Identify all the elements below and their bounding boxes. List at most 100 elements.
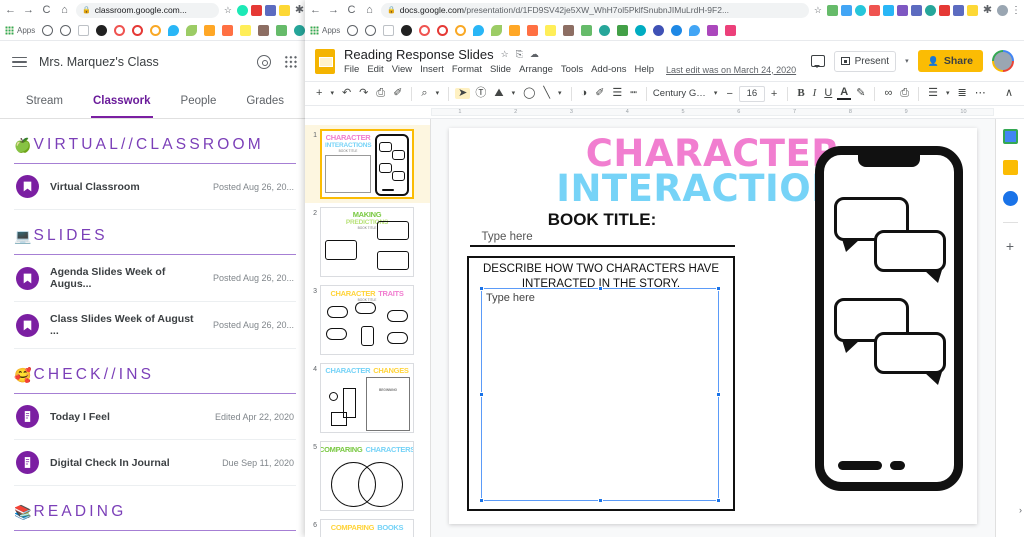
thumbnail-row[interactable]: 5 COMPARING CHARACTERS [305, 437, 430, 515]
thumbnail-row[interactable]: 3 CHARACTER TRAITS BOOK TITLE [305, 281, 430, 359]
present-button[interactable]: Present [833, 50, 897, 72]
zoom-button[interactable]: ⌕ [418, 88, 430, 99]
slide-thumbnail-4[interactable]: CHARACTER CHANGES BEGINNING [320, 363, 414, 433]
hamburger-menu-icon[interactable] [12, 54, 27, 71]
resize-handle-se[interactable] [716, 498, 721, 504]
topic-header[interactable]: 🥰 CHECK//INS [14, 349, 296, 394]
text-box-button[interactable]: Ⓣ [472, 88, 489, 99]
answer-text-box[interactable]: Type here [479, 286, 721, 504]
slide-canvas-area[interactable]: CHARACTER INTERACTIONS BOOK TITLE: Type … [431, 119, 995, 537]
resize-handle-w[interactable] [479, 392, 484, 398]
topic-header[interactable]: 📚 READING [14, 486, 296, 531]
phone-illustration[interactable] [815, 146, 963, 491]
line-spacing-icon[interactable]: ≣ [955, 88, 970, 99]
menu-arrange[interactable]: Arrange [519, 64, 553, 75]
align-dropdown-icon[interactable]: ▾ [943, 90, 953, 97]
bookmark-icon[interactable] [258, 24, 270, 36]
thumbnail-row[interactable]: 4 CHARACTER CHANGES BEGINNING [305, 359, 430, 437]
new-slide-button[interactable]: + [313, 88, 325, 99]
shape-button[interactable]: ◯ [520, 88, 538, 99]
border-color-button[interactable]: ✐ [592, 88, 607, 99]
extension-icon[interactable] [883, 4, 894, 16]
back-arrow-icon[interactable]: ← [4, 4, 17, 16]
chrome-menu-icon[interactable]: ⋮ [1011, 5, 1021, 16]
list-item[interactable]: Class Slides Week of August ... Posted A… [14, 302, 296, 349]
extension-icon[interactable] [237, 4, 248, 16]
bookmark-icon[interactable] [563, 24, 575, 36]
resize-handle-sw[interactable] [479, 498, 484, 504]
font-size-input[interactable]: 16 [738, 85, 765, 102]
forward-arrow-icon[interactable]: → [22, 4, 35, 16]
resize-handle-e[interactable] [716, 392, 721, 398]
select-tool-button[interactable]: ➤ [455, 88, 471, 99]
extensions-puzzle-icon[interactable]: ✱ [981, 4, 994, 16]
slide-filmstrip[interactable]: 1 CHARACTER INTERACTIONS BOOK TITLE 2 MA… [305, 119, 431, 537]
bookmark-icon[interactable] [294, 24, 306, 36]
zoom-dropdown[interactable]: ▾ [433, 90, 443, 97]
decrease-font-size-button[interactable]: − [722, 88, 736, 100]
bookmark-icon[interactable] [419, 24, 431, 36]
book-title-input[interactable]: Type here [469, 230, 735, 248]
bookmark-icon[interactable] [707, 24, 719, 36]
bookmark-icon[interactable] [509, 24, 521, 36]
extension-icon[interactable] [279, 4, 290, 16]
menu-tools[interactable]: Tools [561, 64, 583, 75]
bookmark-icon[interactable] [689, 24, 701, 36]
bookmark-icon[interactable] [222, 24, 234, 36]
gear-icon[interactable] [256, 54, 272, 70]
bookmark-icon[interactable] [132, 24, 144, 36]
profile-avatar-icon[interactable] [997, 4, 1008, 16]
ruler-strip[interactable]: 1 2 3 4 5 6 7 8 9 10 [431, 108, 994, 116]
star-icon[interactable]: ☆ [501, 49, 509, 60]
bookmark-icon[interactable] [365, 24, 377, 36]
bookmark-icon[interactable] [653, 24, 665, 36]
insert-image-dropdown[interactable]: ▾ [509, 90, 519, 97]
italic-button[interactable]: I [810, 88, 820, 99]
bookmark-icon[interactable] [204, 24, 216, 36]
menu-insert[interactable]: Insert [420, 64, 444, 75]
slide-thumbnail-1[interactable]: CHARACTER INTERACTIONS BOOK TITLE [320, 129, 414, 199]
menu-file[interactable]: File [344, 64, 359, 75]
tab-classwork[interactable]: Classwork [91, 91, 153, 118]
bookmark-icon[interactable] [78, 24, 90, 36]
menu-view[interactable]: View [392, 64, 412, 75]
resize-handle-n[interactable] [597, 286, 603, 292]
more-options-button[interactable]: ⋯ [972, 88, 989, 99]
bookmark-icon[interactable] [276, 24, 288, 36]
font-family-dropdown-icon[interactable]: ▾ [711, 90, 721, 97]
topic-header[interactable]: 💻 SLIDES [14, 210, 296, 255]
bookmark-icon[interactable] [581, 24, 593, 36]
bookmark-icon[interactable] [96, 24, 108, 36]
user-avatar[interactable] [992, 50, 1014, 72]
extension-icon[interactable] [939, 4, 950, 16]
bookmark-icon[interactable] [437, 24, 449, 36]
insert-image-button[interactable]: ⛰ [491, 88, 506, 99]
bookmark-icon[interactable] [527, 24, 539, 36]
list-item[interactable]: Virtual Classroom Posted Aug 26, 20... [14, 164, 296, 210]
reload-icon[interactable]: C [345, 4, 358, 16]
list-item[interactable]: Agenda Slides Week of Augus... Posted Au… [14, 255, 296, 302]
menu-edit[interactable]: Edit [367, 64, 383, 75]
list-item[interactable]: Digital Check In Journal Due Sep 11, 202… [14, 440, 296, 486]
add-addon-button[interactable]: + [1006, 239, 1014, 253]
resize-handle-ne[interactable] [716, 286, 721, 292]
fill-color-button[interactable]: ◑ [578, 88, 591, 99]
new-slide-dropdown[interactable]: ▾ [327, 90, 337, 97]
extension-icon[interactable] [925, 4, 936, 16]
back-arrow-icon[interactable]: ← [309, 4, 322, 16]
cloud-saved-icon[interactable]: ☁ [530, 49, 539, 60]
topic-header[interactable]: 🍏 VIRTUAL//CLASSROOM [14, 119, 296, 164]
bookmark-icon[interactable] [168, 24, 180, 36]
collapse-toolbar-icon[interactable]: ∧ [1002, 88, 1016, 99]
text-color-button[interactable]: A [837, 87, 852, 100]
align-left-icon[interactable]: ☰ [925, 88, 941, 99]
thumbnail-row[interactable]: 6 COMPARING BOOKS [305, 515, 430, 537]
extension-icon[interactable] [265, 4, 276, 16]
bookmark-icon[interactable] [383, 24, 395, 36]
bookmark-icon[interactable] [473, 24, 485, 36]
bookmark-icon[interactable] [240, 24, 252, 36]
bookmark-icon[interactable] [617, 24, 629, 36]
classroom-address-bar[interactable]: 🔒 classroom.google.com... [76, 2, 219, 18]
add-comment-icon[interactable]: ⎙ [897, 88, 912, 99]
undo-button[interactable]: ↶ [339, 88, 354, 99]
